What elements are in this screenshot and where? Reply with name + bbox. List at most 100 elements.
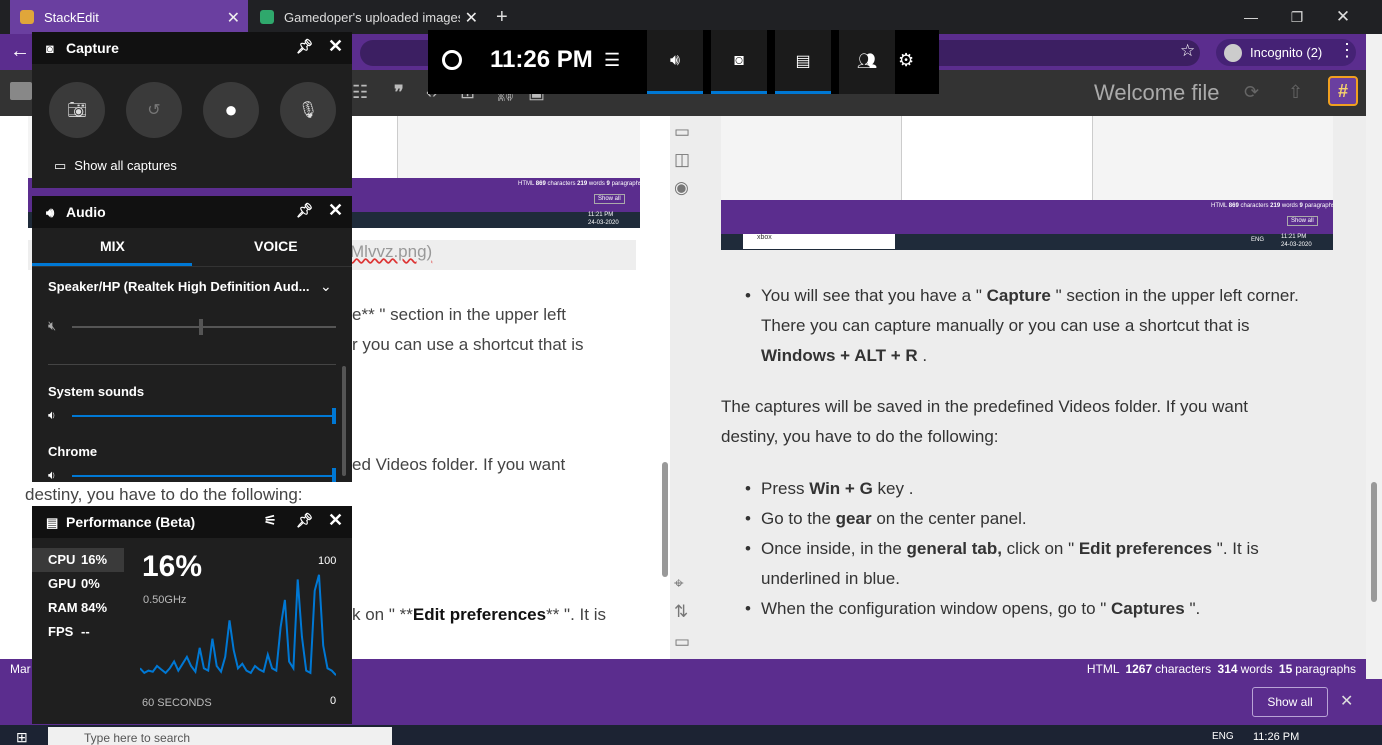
- document-title[interactable]: Welcome file: [1094, 80, 1220, 106]
- taskbar-clock[interactable]: 11:26 PM: [1253, 731, 1299, 743]
- screenshot-status-text: HTML 869 characters 219 words 9 paragrap…: [1211, 203, 1333, 209]
- mic-toggle-button[interactable]: 🎙︎: [280, 82, 336, 138]
- windows-taskbar: ⊞ Type here to search ENG 11:26 PM: [0, 725, 1382, 745]
- audio-widget-button[interactable]: 🔊︎: [647, 30, 703, 94]
- close-icon[interactable]: ✕: [328, 36, 343, 57]
- audio-scrollbar[interactable]: [342, 366, 346, 476]
- pin-icon[interactable]: 📌︎: [296, 202, 314, 219]
- tab-gamedoper[interactable]: Gamedoper's uploaded images - ✕: [250, 0, 486, 34]
- close-download-bar-icon[interactable]: ✕: [1340, 691, 1353, 711]
- screenshot-lang: ENG: [1251, 237, 1265, 243]
- new-tab-button[interactable]: +: [496, 0, 522, 34]
- image-favicon-icon: [260, 10, 274, 24]
- restore-icon[interactable]: ❐: [1274, 0, 1320, 34]
- camera-icon: 📷︎: [66, 102, 88, 119]
- tab-voice[interactable]: VOICE: [254, 238, 298, 254]
- status-counts: HTML 1267 characters 314 words 15 paragraph…: [1086, 662, 1356, 676]
- settings-gear-icon[interactable]: ⚙: [898, 50, 914, 71]
- crosshair-icon[interactable]: ⌖: [674, 574, 684, 594]
- people-icon: 👥︎: [856, 52, 878, 70]
- tab-stackedit[interactable]: StackEdit ✕: [10, 0, 248, 34]
- capture-title: Capture: [66, 40, 119, 56]
- stat-ram[interactable]: RAM 84%: [48, 600, 107, 615]
- preview-text: Windows + ALT + R .: [761, 346, 928, 365]
- incognito-badge[interactable]: Incognito (2): [1216, 39, 1356, 66]
- slider-thumb[interactable]: [332, 408, 336, 424]
- screenshot-clock: 11:21 PM: [588, 212, 614, 218]
- slider-thumb[interactable]: [332, 468, 336, 482]
- muted-speaker-icon[interactable]: 🔇︎: [48, 318, 56, 334]
- split-view-icon[interactable]: ◫: [674, 150, 690, 170]
- tab-mix[interactable]: MIX: [100, 238, 125, 254]
- editor-scrollbar[interactable]: [662, 462, 668, 577]
- pin-icon[interactable]: 📌︎: [296, 38, 314, 55]
- screenshot-show-all: Show all: [594, 194, 625, 204]
- close-tab-icon[interactable]: ✕: [227, 8, 240, 28]
- publish-icon[interactable]: ⇧: [1288, 82, 1303, 103]
- screenshot-date: 24-03-2020: [1281, 242, 1312, 248]
- close-tab-icon[interactable]: ✕: [465, 8, 478, 28]
- speaker-icon[interactable]: 🔉︎: [48, 408, 56, 423]
- more-menu-icon[interactable]: ⋮: [1338, 40, 1356, 61]
- windows-start-icon[interactable]: ⊞: [16, 729, 28, 745]
- page-scrollbar-thumb[interactable]: [1371, 482, 1377, 602]
- start-recording-button[interactable]: ●: [203, 82, 259, 138]
- minimize-icon[interactable]: —: [1228, 0, 1274, 34]
- tab-title: Gamedoper's uploaded images -: [284, 9, 460, 25]
- stat-cpu[interactable]: CPU 16%: [48, 552, 107, 567]
- quote-icon[interactable]: ❞: [394, 82, 404, 103]
- pin-icon[interactable]: 📌︎: [296, 512, 314, 529]
- mic-off-icon: 🎙︎: [297, 102, 319, 119]
- laptop-icon[interactable]: ▭: [674, 632, 690, 652]
- graph-max-label: 100: [318, 555, 337, 567]
- sync-icon[interactable]: ⟳: [1244, 82, 1259, 103]
- options-sliders-icon[interactable]: ⚟: [264, 512, 277, 529]
- capture-widget-button[interactable]: ◙: [711, 30, 767, 94]
- back-arrow-icon[interactable]: ←: [10, 40, 30, 63]
- eye-icon[interactable]: ◉: [674, 178, 689, 198]
- monitor-icon: ▤: [46, 515, 59, 530]
- widget-menu-icon[interactable]: ☰: [604, 50, 620, 71]
- preview-step: Press Win + G key .: [745, 479, 913, 499]
- stat-fps[interactable]: FPS --: [48, 624, 90, 639]
- capture-widget: ◙ Capture 📌︎ ✕ 📷︎ ↺ ● 🎙︎ ▭ Show all captu…: [32, 32, 352, 188]
- show-all-button[interactable]: Show all: [1252, 687, 1328, 717]
- system-sounds-volume-slider[interactable]: [72, 408, 336, 424]
- capture-header: ◙ Capture 📌︎ ✕: [32, 32, 352, 64]
- close-icon[interactable]: ✕: [328, 510, 343, 531]
- app-name-system-sounds: System sounds: [48, 384, 145, 399]
- stackedit-menu-icon[interactable]: #: [1328, 76, 1358, 106]
- show-all-captures-link[interactable]: ▭ Show all captures: [54, 158, 177, 174]
- stat-gpu[interactable]: GPU 0%: [48, 576, 100, 591]
- chevron-down-icon[interactable]: ⌄: [320, 278, 332, 295]
- incognito-label: Incognito (2): [1250, 45, 1323, 60]
- preview-step: Go to the gear on the center panel.: [745, 509, 1027, 529]
- chrome-volume-slider[interactable]: [72, 468, 336, 482]
- preview-text: There you can capture manually or you ca…: [761, 316, 1250, 335]
- bookmark-star-icon[interactable]: ☆: [1180, 41, 1195, 61]
- slider-thumb[interactable]: [199, 319, 204, 335]
- audio-widget: 🔊︎ Audio 📌︎ ✕ MIX VOICE Speaker/HP (Real…: [32, 196, 352, 482]
- master-volume-slider[interactable]: [72, 319, 336, 335]
- taskbar-lang[interactable]: ENG: [1212, 731, 1234, 742]
- editor-image-link: Mlvvz.png): [350, 242, 433, 261]
- close-window-icon[interactable]: ✕: [1320, 0, 1366, 34]
- folder-icon[interactable]: [10, 82, 32, 100]
- performance-widget-button[interactable]: ▤: [775, 30, 831, 94]
- taskbar-search[interactable]: Type here to search: [48, 727, 392, 745]
- selected-stat-highlight: [32, 548, 124, 572]
- page-scrollbar-track[interactable]: [1366, 34, 1382, 725]
- sync-scroll-icon[interactable]: ⇅: [674, 602, 688, 622]
- performance-header: ▤ Performance (Beta) ⚟ 📌︎ ✕: [32, 506, 352, 538]
- slider-fill: [72, 475, 336, 477]
- xbox-icon[interactable]: [442, 50, 462, 70]
- output-device-select[interactable]: Speaker/HP (Realtek High Definition Aud.…: [48, 279, 318, 294]
- checklist-icon[interactable]: ☷: [352, 82, 368, 103]
- close-icon[interactable]: ✕: [328, 200, 343, 221]
- speaker-icon[interactable]: 🔉︎: [48, 468, 56, 482]
- screenshot-button[interactable]: 📷︎: [49, 82, 105, 138]
- social-widget-button[interactable]: 👥︎: [839, 30, 895, 94]
- side-preview-icon[interactable]: ▭: [674, 122, 690, 142]
- record-last-button[interactable]: ↺: [126, 82, 182, 138]
- browser-tab-bar: StackEdit ✕ Gamedoper's uploaded images …: [0, 0, 1382, 34]
